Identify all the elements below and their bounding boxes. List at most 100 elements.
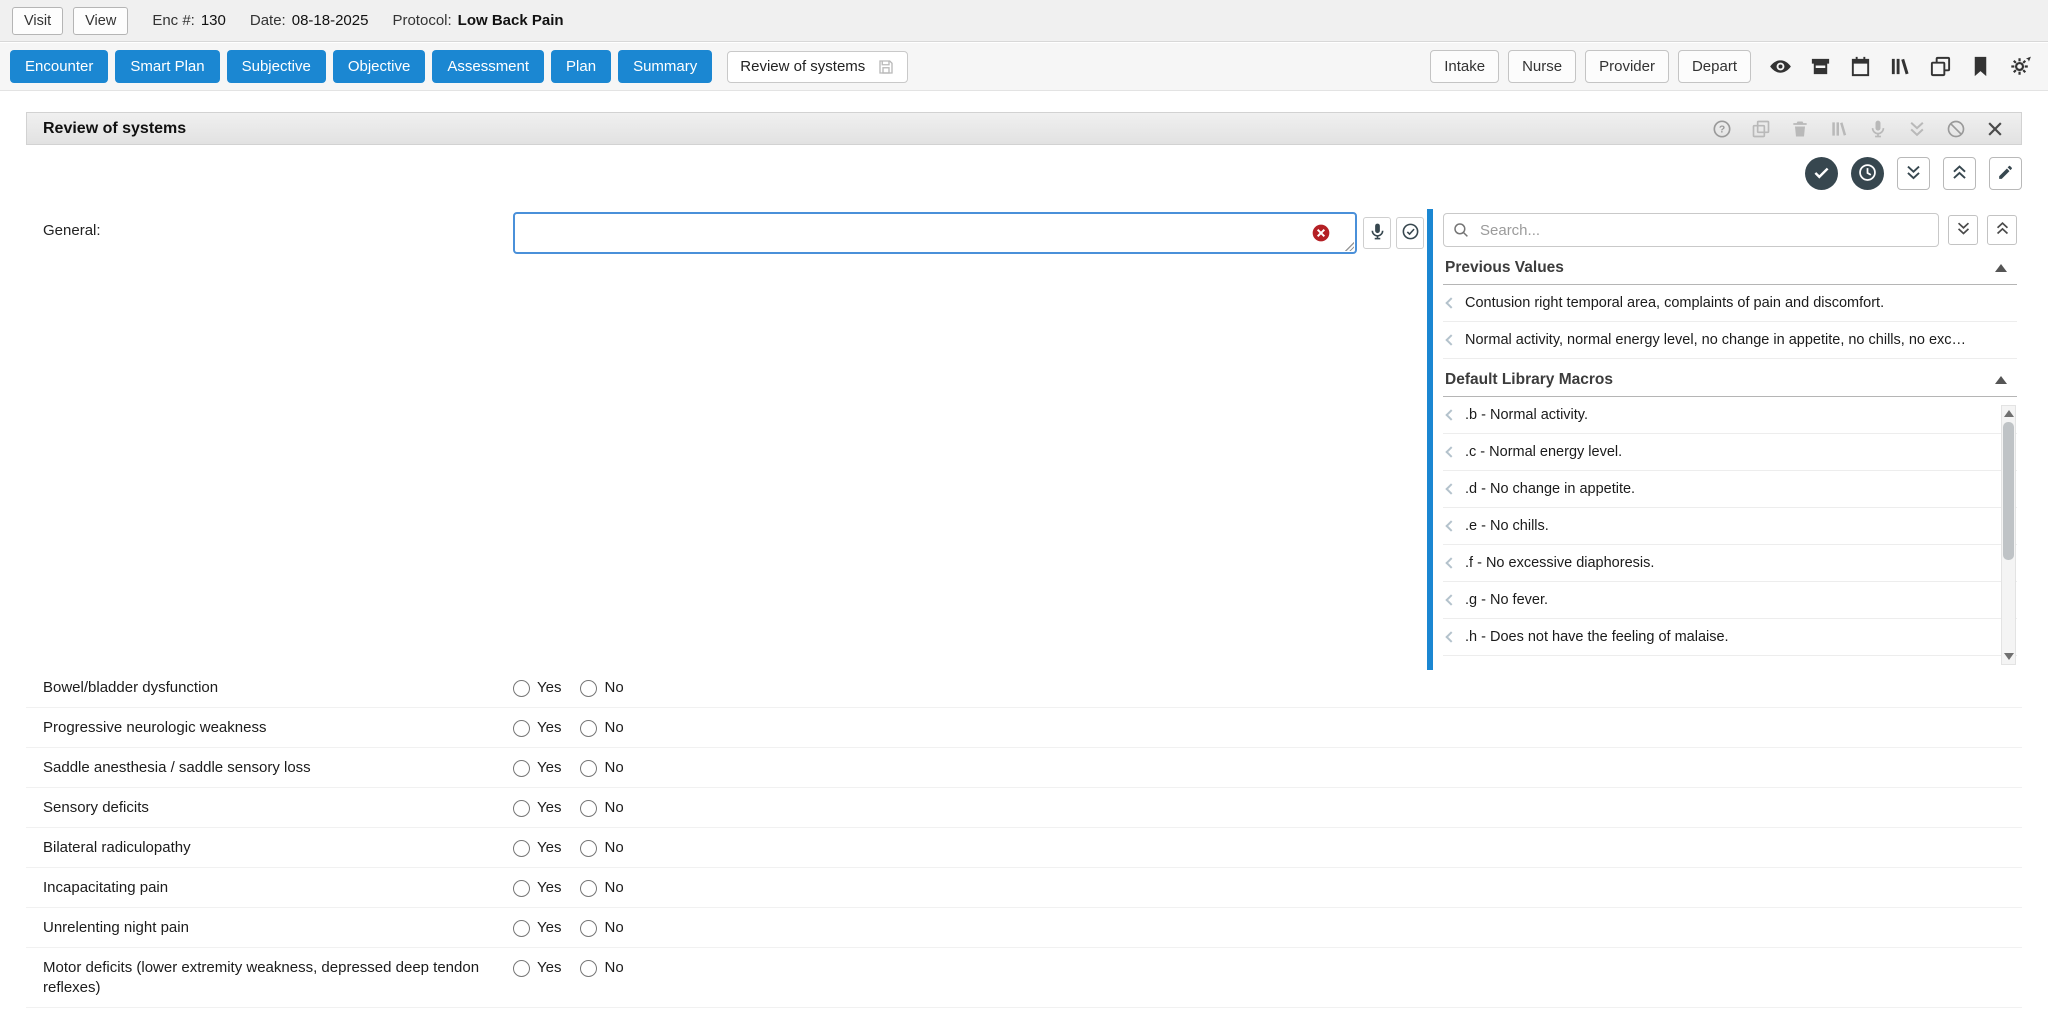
- macros-scrollbar[interactable]: [2001, 405, 2016, 665]
- dictate-button[interactable]: [1363, 217, 1391, 249]
- collapse-icon[interactable]: [1995, 376, 2007, 384]
- microphone-icon[interactable]: [1868, 119, 1888, 139]
- no-radio[interactable]: [580, 920, 597, 937]
- library-icon[interactable]: [1889, 55, 1912, 78]
- no-radio[interactable]: [580, 960, 597, 977]
- eye-icon[interactable]: [1769, 55, 1792, 78]
- search-box: [1443, 213, 1939, 247]
- microphone-icon: [1368, 222, 1387, 244]
- insert-left-icon: [1445, 594, 1456, 605]
- settings-icon[interactable]: [2009, 55, 2032, 78]
- expand-all-button[interactable]: [1943, 157, 1976, 190]
- no-label: No: [604, 798, 623, 818]
- history-button[interactable]: [1851, 157, 1884, 190]
- active-form-tab[interactable]: Review of systems: [727, 51, 908, 83]
- nav-button[interactable]: Summary: [618, 50, 712, 83]
- yes-radio[interactable]: [513, 760, 530, 777]
- bookmark-icon[interactable]: [1969, 55, 1992, 78]
- macro-side-panel: Previous Values Contusion right temporal…: [1427, 209, 2023, 670]
- panel-expand-all-button[interactable]: [1987, 215, 2017, 245]
- macro-text: .c - Normal energy level.: [1465, 444, 1622, 460]
- date-label: Date:: [250, 12, 286, 29]
- yes-radio[interactable]: [513, 720, 530, 737]
- question-label: Unrelenting night pain: [43, 918, 483, 938]
- nav-button[interactable]: Assessment: [432, 50, 544, 83]
- no-radio[interactable]: [580, 680, 597, 697]
- collapse-all-icon[interactable]: [1907, 119, 1927, 139]
- yes-radio[interactable]: [513, 680, 530, 697]
- no-radio[interactable]: [580, 840, 597, 857]
- collapse-all-button[interactable]: [1897, 157, 1930, 190]
- edit-icon: [1996, 163, 2015, 185]
- clear-icon[interactable]: [1311, 223, 1331, 243]
- block-icon[interactable]: [1946, 119, 1966, 139]
- search-icon: [1452, 221, 1470, 239]
- help-icon[interactable]: ?: [1712, 119, 1732, 139]
- general-field-input[interactable]: [513, 212, 1357, 254]
- stage-button[interactable]: Depart: [1678, 50, 1751, 83]
- previous-value-item[interactable]: Normal activity, normal energy level, no…: [1443, 322, 2017, 359]
- yes-label: Yes: [537, 838, 561, 858]
- yes-label: Yes: [537, 718, 561, 738]
- library-icon[interactable]: [1829, 119, 1849, 139]
- macro-item[interactable]: .f - No excessive diaphoresis.: [1443, 545, 2017, 582]
- no-radio[interactable]: [580, 800, 597, 817]
- macros-header[interactable]: Default Library Macros: [1443, 365, 2017, 397]
- yes-radio[interactable]: [513, 800, 530, 817]
- previous-values-list: Contusion right temporal area, complaint…: [1443, 285, 2017, 359]
- form-action-buttons: [1805, 157, 2022, 190]
- yes-radio[interactable]: [513, 960, 530, 977]
- enc-value: 130: [201, 12, 226, 29]
- stage-button[interactable]: Provider: [1585, 50, 1669, 83]
- resize-handle[interactable]: [1343, 240, 1354, 251]
- macro-item[interactable]: .c - Normal energy level.: [1443, 434, 2017, 471]
- no-radio[interactable]: [580, 760, 597, 777]
- visit-button[interactable]: Visit: [12, 7, 63, 35]
- nav-button[interactable]: Subjective: [227, 50, 326, 83]
- no-radio[interactable]: [580, 880, 597, 897]
- view-button[interactable]: View: [73, 7, 128, 35]
- macro-item[interactable]: .d - No change in appetite.: [1443, 471, 2017, 508]
- save-icon: [877, 58, 895, 76]
- macro-item[interactable]: .g - No fever.: [1443, 582, 2017, 619]
- macro-text: .b - Normal activity.: [1465, 407, 1588, 423]
- yes-radio[interactable]: [513, 880, 530, 897]
- nav-button[interactable]: Objective: [333, 50, 426, 83]
- nav-button[interactable]: Encounter: [10, 50, 108, 83]
- yes-label: Yes: [537, 918, 561, 938]
- scrollbar-thumb[interactable]: [2003, 422, 2014, 560]
- search-input[interactable]: [1443, 213, 1939, 247]
- edit-button[interactable]: [1989, 157, 2022, 190]
- macro-item[interactable]: .b - Normal activity.: [1443, 397, 2017, 434]
- previous-value-text: Contusion right temporal area, complaint…: [1465, 295, 1884, 311]
- macro-item[interactable]: .e - No chills.: [1443, 508, 2017, 545]
- insert-left-icon: [1445, 520, 1456, 531]
- copy-icon[interactable]: [1929, 55, 1952, 78]
- collapse-icon[interactable]: [1995, 264, 2007, 272]
- no-label: No: [604, 758, 623, 778]
- nav-button[interactable]: Smart Plan: [115, 50, 219, 83]
- yes-radio[interactable]: [513, 840, 530, 857]
- encounter-number: Enc #: 130: [152, 12, 226, 29]
- archive-icon[interactable]: [1809, 55, 1832, 78]
- section-header: Review of systems ?: [26, 112, 2022, 145]
- macro-item[interactable]: .h - Does not have the feeling of malais…: [1443, 619, 2017, 656]
- stage-button[interactable]: Intake: [1430, 50, 1499, 83]
- yes-radio[interactable]: [513, 920, 530, 937]
- complete-icon: [1811, 162, 1832, 186]
- no-radio[interactable]: [580, 720, 597, 737]
- nav-button[interactable]: Plan: [551, 50, 611, 83]
- previous-values-header[interactable]: Previous Values: [1443, 253, 2017, 285]
- stage-button[interactable]: Nurse: [1508, 50, 1576, 83]
- previous-value-item[interactable]: Contusion right temporal area, complaint…: [1443, 285, 2017, 322]
- scroll-down-icon[interactable]: [2004, 653, 2014, 660]
- copy-icon[interactable]: [1751, 119, 1771, 139]
- calendar-icon[interactable]: [1849, 55, 1872, 78]
- question-row: Incapacitating pain Yes No: [26, 868, 2022, 908]
- trash-icon[interactable]: [1790, 119, 1810, 139]
- scroll-up-icon[interactable]: [2004, 410, 2014, 417]
- close-icon[interactable]: [1985, 119, 2005, 139]
- panel-collapse-all-button[interactable]: [1948, 215, 1978, 245]
- confirm-button[interactable]: [1396, 217, 1424, 249]
- complete-button[interactable]: [1805, 157, 1838, 190]
